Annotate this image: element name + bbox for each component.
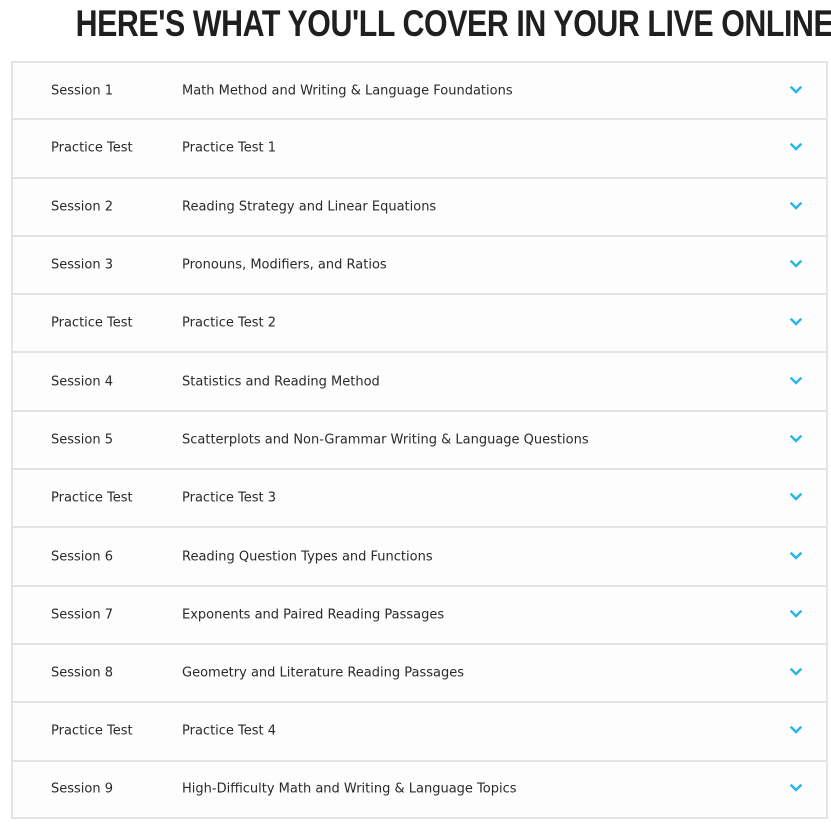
chevron-down-icon[interactable] [790, 85, 802, 94]
session-label: Session 4 [51, 374, 114, 390]
session-label: Session 6 [51, 549, 114, 565]
chevron-down-icon[interactable] [790, 551, 802, 560]
chevron-down-icon[interactable] [790, 609, 802, 618]
page-title: HERE'S WHAT YOU'LL COVER IN YOUR LIVE ON… [75, 3, 831, 44]
chevron-down-icon[interactable] [790, 260, 802, 268]
accordion-row[interactable]: Practice Test Practice Test 3 [11, 469, 828, 528]
session-topic: Math Method and Writing & Language Found… [182, 83, 513, 99]
session-topic: Exponents and Paired Reading Passages [182, 607, 445, 623]
session-topic: Practice Test 1 [182, 140, 277, 156]
session-label: Session 1 [51, 83, 114, 99]
accordion-row[interactable]: Session 4 Statistics and Reading Method [11, 352, 828, 411]
chevron-down-icon[interactable] [790, 668, 802, 676]
chevron-down-icon[interactable] [790, 784, 802, 792]
session-topic: Scatterplots and Non-Grammar Writing & L… [182, 432, 589, 448]
chevron-down-icon[interactable] [790, 318, 802, 327]
session-topic: Statistics and Reading Method [182, 374, 380, 390]
session-label: Session 9 [51, 781, 114, 797]
session-label: Practice Test [51, 723, 133, 739]
session-accordion: Session 1 Math Method and Writing & Langu… [11, 61, 828, 819]
accordion-row[interactable]: Session 1 Math Method and Writing & Langu… [11, 61, 828, 120]
session-label: Practice Test [51, 490, 133, 506]
chevron-down-icon[interactable] [790, 493, 802, 501]
chevron-down-icon[interactable] [790, 376, 802, 385]
session-label: Session 2 [51, 199, 114, 215]
chevron-down-icon[interactable] [790, 434, 802, 443]
session-label: Session 8 [51, 665, 114, 681]
session-topic: Geometry and Literature Reading Passages [182, 665, 464, 681]
session-topic: Pronouns, Modifiers, and Ratios [182, 257, 387, 273]
accordion-row[interactable]: Session 9 High-Difficulty Math and Writin… [11, 760, 828, 819]
chevron-down-icon[interactable] [790, 726, 802, 735]
session-topic: Practice Test 2 [182, 315, 277, 331]
session-label: Practice Test [51, 315, 133, 331]
accordion-row[interactable]: Session 8 Geometry and Literature Reading… [11, 643, 828, 703]
session-label: Session 3 [51, 257, 114, 273]
session-topic: Reading Strategy and Linear Equations [182, 199, 437, 215]
session-label: Session 7 [51, 607, 114, 623]
session-topic: Practice Test 3 [182, 490, 277, 506]
session-topic: High-Difficulty Math and Writing & Langu… [182, 781, 517, 797]
session-topic: Reading Question Types and Functions [182, 549, 433, 565]
accordion-row[interactable]: Practice Test Practice Test 1 [11, 119, 828, 178]
accordion-row[interactable]: Session 5 Scatterplots and Non-Grammar Wr… [11, 410, 828, 470]
accordion-row[interactable]: Session 7 Exponents and Paired Reading Pa… [11, 585, 828, 644]
chevron-down-icon[interactable] [790, 143, 802, 152]
chevron-down-icon[interactable] [790, 201, 802, 210]
accordion-row[interactable]: Practice Test Practice Test 2 [11, 294, 828, 353]
accordion-row[interactable]: Session 3 Pronouns, Modifiers, and Ratios [11, 235, 828, 295]
session-label: Practice Test [51, 140, 133, 156]
session-label: Session 5 [51, 432, 114, 448]
accordion-row[interactable]: Session 6 Reading Question Types and Func… [11, 527, 828, 586]
accordion-row[interactable]: Session 2 Reading Strategy and Linear Equ… [11, 177, 828, 236]
session-topic: Practice Test 4 [182, 723, 277, 739]
accordion-row[interactable]: Practice Test Practice Test 4 [11, 702, 828, 761]
